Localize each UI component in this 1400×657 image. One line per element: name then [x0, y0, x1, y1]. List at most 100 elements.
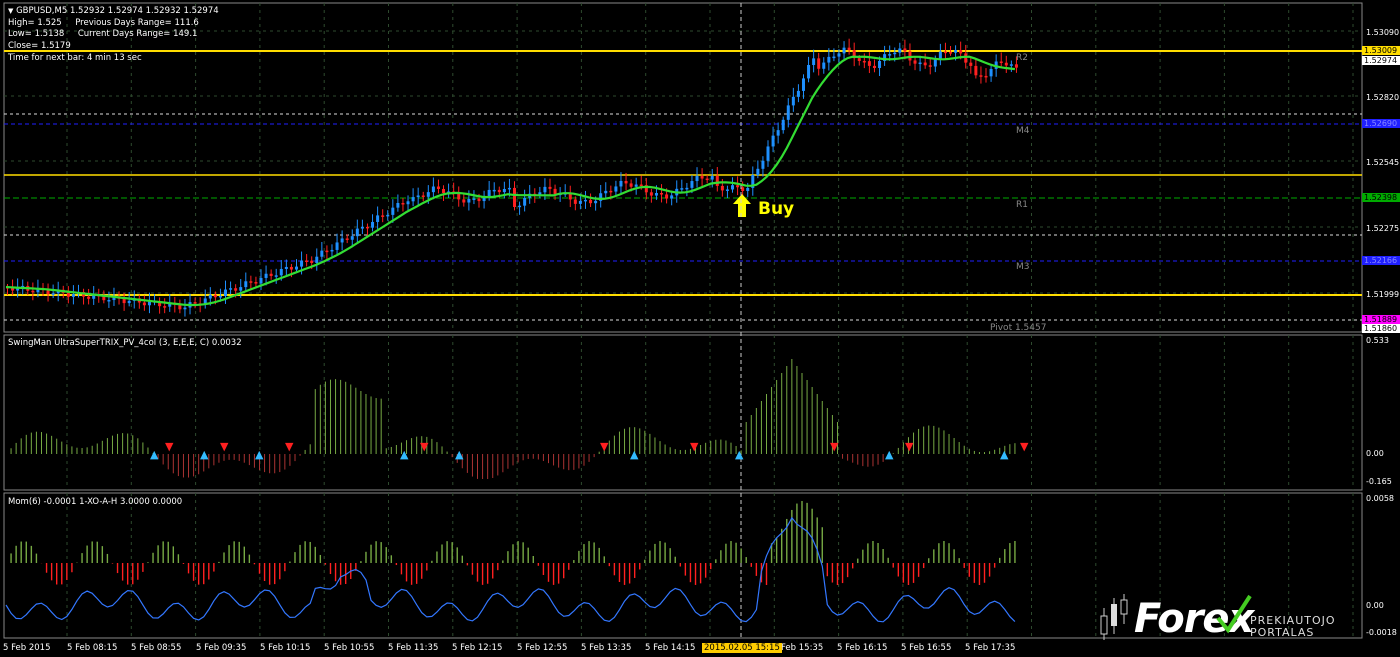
main-panel-frame	[3, 2, 1363, 333]
candle-body	[827, 56, 831, 63]
price-tag-yellow: 1.53009	[1362, 46, 1400, 55]
down-arrow-signal-icon: ▼	[420, 440, 429, 453]
candle-body	[639, 184, 643, 187]
candle-body	[923, 62, 927, 66]
candle-body	[817, 58, 821, 69]
candle-body	[609, 190, 613, 193]
candle-body	[406, 201, 410, 205]
candle-body	[350, 236, 354, 240]
candle-body	[234, 288, 238, 291]
down-arrow-signal-icon: ▼	[285, 440, 294, 453]
candle-body	[431, 186, 435, 193]
up-arrow-signal-icon: ▲	[1000, 448, 1009, 461]
price-tag-bottom: 1.51860	[1362, 324, 1400, 333]
momentum-line	[5, 516, 1016, 623]
candle-body	[548, 186, 552, 189]
price-axis-label: 1.52545	[1366, 158, 1400, 167]
candle-body	[365, 226, 369, 229]
candle-body	[294, 266, 298, 270]
candle-body	[1004, 62, 1008, 66]
up-arrow-signal-icon: ▲	[735, 448, 744, 461]
candle-body	[832, 56, 836, 59]
candle-body	[325, 250, 329, 253]
price-tag-magenta: 1.51889	[1362, 315, 1400, 324]
info-line-timer: Time for next bar: 4 min 13 sec	[8, 53, 142, 63]
time-label: 5 Feb 17:35	[965, 643, 1016, 653]
time-label: Feb 15:35	[781, 643, 824, 653]
mom-axis-label: 0.0058	[1366, 494, 1394, 503]
time-label: 5 Feb 09:35	[196, 643, 247, 653]
up-arrow-signal-icon: ▲	[885, 448, 894, 461]
candle-body	[360, 226, 364, 229]
candle-body	[918, 62, 922, 65]
candle-body	[913, 60, 917, 64]
candle-body	[801, 78, 805, 91]
candle-body	[847, 47, 851, 51]
candle-body	[320, 250, 324, 257]
time-label: 5 Feb 16:15	[837, 643, 888, 653]
time-label: 5 Feb 12:55	[517, 643, 568, 653]
candle-body	[396, 203, 400, 208]
candle-body	[442, 188, 446, 193]
info-line-low: Low= 1.5138 Current Days Range= 149.1	[8, 29, 198, 39]
level-m4: M4	[1016, 126, 1030, 136]
candle-body	[583, 199, 587, 202]
candle-body	[984, 75, 988, 78]
candle-body	[391, 207, 395, 215]
checkmark-icon	[1216, 594, 1252, 634]
candle-body	[928, 65, 932, 67]
time-label: 5 Feb 16:55	[901, 643, 952, 653]
chart-canvas[interactable]: ▲ ▼ ▲ ▼ ▲ ▼ ▲ ▼ ▲ ▼ ▲ ▼ ▲ ▼ ▲ ▼ ▲ ▼	[0, 0, 1400, 657]
collapse-icon[interactable]: ▼	[8, 7, 13, 15]
down-arrow-signal-icon: ▼	[165, 440, 174, 453]
level-pivot: Pivot 1.5457	[990, 323, 1047, 333]
candlestick-logo-icon	[1100, 594, 1128, 640]
up-arrow-signal-icon: ▲	[255, 448, 264, 461]
candle-body	[842, 47, 846, 54]
candle-body	[695, 176, 699, 182]
candle-body	[244, 281, 248, 288]
down-arrow-signal-icon: ▼	[600, 440, 609, 453]
candle-body	[959, 50, 963, 54]
trix-panel-title: SwingMan UltraSuperTRIX_PV_4col (3, E,E,…	[8, 338, 242, 348]
candle-body	[776, 130, 780, 136]
price-tag-blue-low: 1.52166	[1362, 256, 1400, 265]
price-axis-label: 1.53090	[1366, 28, 1400, 37]
candle-body	[183, 307, 187, 310]
candle-body	[335, 242, 339, 250]
candle-body	[614, 186, 618, 192]
candle-body	[796, 90, 800, 97]
level-r1: R1	[1016, 200, 1028, 210]
candle-body	[142, 302, 146, 306]
candle-body	[507, 187, 511, 190]
time-label: 5 Feb 08:15	[67, 643, 118, 653]
candle-body	[766, 146, 770, 161]
info-line-high: High= 1.525 Previous Days Range= 111.6	[8, 18, 199, 28]
price-axis-label: 1.52275	[1366, 224, 1400, 233]
crosshair-time-label: 2015.02.05 15:15	[702, 643, 782, 653]
mom-axis-label: -0.0018	[1366, 628, 1397, 637]
candle-body	[340, 238, 344, 243]
candle-body	[127, 300, 131, 304]
candle-body	[218, 295, 222, 298]
candle-body	[553, 188, 557, 195]
candle-body	[472, 198, 476, 201]
time-label: 5 Feb 12:15	[452, 643, 503, 653]
candle-body	[710, 176, 714, 180]
time-label: 5 Feb 10:15	[260, 643, 311, 653]
candle-body	[634, 184, 638, 187]
candle-body	[731, 185, 735, 190]
mom-axis-label: 0.00	[1366, 601, 1384, 610]
candle-body	[680, 188, 684, 190]
candle-body	[376, 215, 380, 222]
candle-body	[736, 185, 740, 188]
candle-body	[436, 186, 440, 189]
candle-body	[264, 273, 268, 278]
candle-body	[411, 197, 415, 202]
candle-body	[147, 301, 151, 306]
symbol-header: ▼ GBPUSD,M5 1.52932 1.52974 1.52932 1.52…	[8, 6, 219, 16]
candle-body	[213, 294, 217, 298]
candle-body	[619, 180, 623, 187]
candle-body	[502, 188, 506, 193]
candle-body	[573, 199, 577, 204]
